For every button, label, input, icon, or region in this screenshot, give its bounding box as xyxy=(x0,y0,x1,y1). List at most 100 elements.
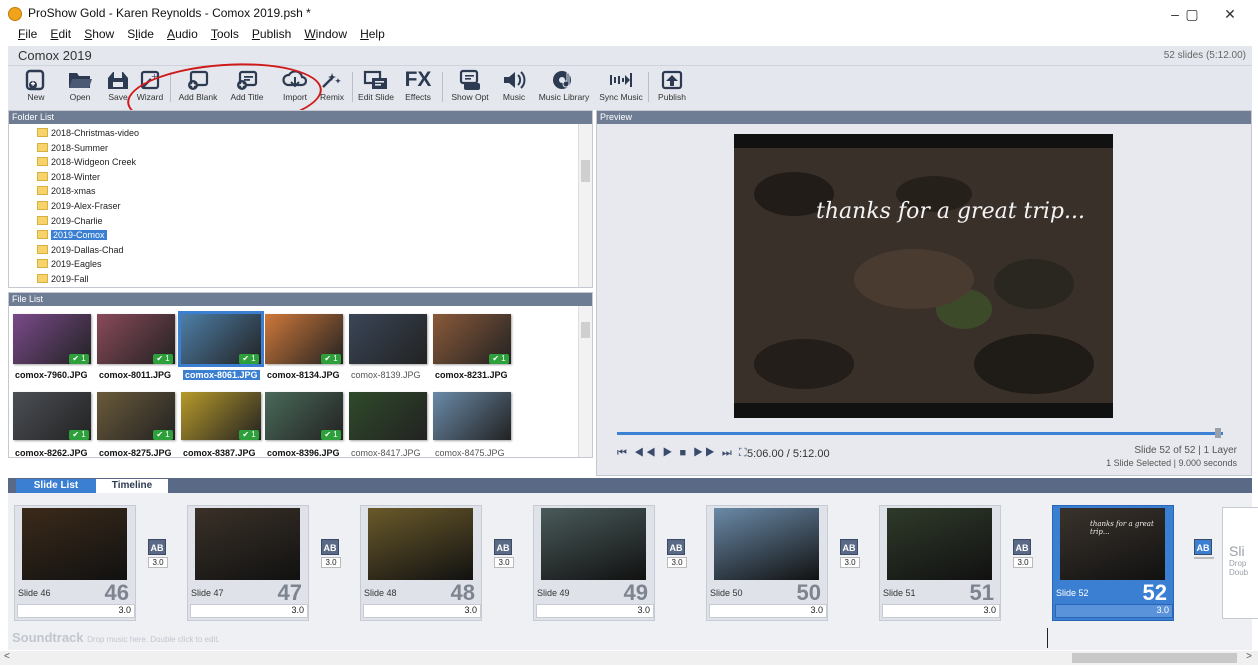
slide-duration[interactable]: 3.0 xyxy=(810,605,823,615)
folder-item[interactable]: 2019-Eagles xyxy=(9,257,592,272)
folder-item[interactable]: 2018-xmas xyxy=(9,184,592,199)
new-show-icon xyxy=(14,68,58,92)
show-opt-button[interactable]: Show Opt xyxy=(448,68,492,108)
sync-music-button[interactable]: Sync Music xyxy=(596,68,646,108)
toolbar-separator xyxy=(352,72,353,102)
open-button[interactable]: Open xyxy=(58,68,102,108)
file-scrollbar[interactable] xyxy=(578,306,592,457)
music-button[interactable]: Music xyxy=(496,68,532,108)
scrubber-handle[interactable] xyxy=(1215,428,1221,438)
menu-file[interactable]: File xyxy=(18,26,37,42)
slide-duration[interactable]: 3.0 xyxy=(291,605,304,615)
slide-duration[interactable]: 3.0 xyxy=(118,605,131,615)
slide-thumbnail-selected[interactable]: thanks for a great trip... 52 Slide 52 3.0 xyxy=(1052,505,1174,621)
transition-duration[interactable]: 3.0 xyxy=(1013,557,1033,568)
folder-item[interactable]: 2018-Christmas-video xyxy=(9,126,592,141)
menu-show[interactable]: Show xyxy=(84,26,114,42)
scroll-right-icon[interactable]: > xyxy=(1246,651,1252,662)
horizontal-scroll-thumb[interactable] xyxy=(1072,653,1237,663)
slide-duration[interactable]: 3.0 xyxy=(637,605,650,615)
transition-button[interactable]: AB 3.0 xyxy=(667,539,687,568)
menu-edit[interactable]: Edit xyxy=(50,26,71,42)
transition-duration[interactable]: 3.0 xyxy=(321,557,341,568)
slide-duration-bar[interactable] xyxy=(190,604,308,618)
soundtrack-track[interactable]: Soundtrack Drop music here. Double click… xyxy=(12,630,220,645)
toolbar-separator xyxy=(442,72,443,102)
slide-duration-bar[interactable] xyxy=(1055,604,1173,618)
slide-name: Slide 47 xyxy=(191,588,224,598)
transition-button[interactable]: AB 3.0 xyxy=(148,539,168,568)
tab-timeline[interactable]: Timeline xyxy=(96,479,168,493)
folder-icon xyxy=(37,259,48,269)
folder-item-selected[interactable]: 2019-Comox xyxy=(9,228,592,243)
folder-item[interactable]: 2019-Alex-Fraser xyxy=(9,199,592,214)
new-button[interactable]: New xyxy=(14,68,58,108)
transition-duration[interactable]: 3.0 xyxy=(148,557,168,568)
slide-duration-bar[interactable] xyxy=(882,604,1000,618)
menu-help[interactable]: Help xyxy=(360,26,385,42)
file-name: comox-8275.JPG xyxy=(99,448,172,458)
folder-scroll-thumb[interactable] xyxy=(581,160,590,182)
slide-duration[interactable]: 3.0 xyxy=(464,605,477,615)
transition-duration[interactable]: 3.0 xyxy=(667,557,687,568)
folder-item[interactable]: 2018-Winter xyxy=(9,170,592,185)
transition-button[interactable]: AB 3.0 xyxy=(840,539,860,568)
folder-item[interactable]: 2018-Summer xyxy=(9,141,592,156)
edit-slide-button[interactable]: Edit Slide xyxy=(356,68,396,108)
menu-publish[interactable]: Publish xyxy=(252,26,291,42)
timeline-scrubber[interactable] xyxy=(617,432,1223,435)
transition-duration[interactable]: 3.0 xyxy=(840,557,860,568)
tab-slide-list[interactable]: Slide List xyxy=(16,479,96,493)
publish-button[interactable]: Publish xyxy=(652,68,692,108)
slide-thumbnail[interactable]: 48 Slide 48 3.0 xyxy=(360,505,482,621)
folder-icon xyxy=(37,200,48,210)
file-thumbnail[interactable] xyxy=(349,314,427,364)
music-label: Music xyxy=(502,92,526,102)
empty-slide-placeholder[interactable]: Sli Drop Doub xyxy=(1222,507,1258,619)
transition-duration[interactable] xyxy=(1194,557,1214,559)
transition-button[interactable]: AB 3.0 xyxy=(1013,539,1033,568)
file-thumbnail[interactable] xyxy=(433,392,511,440)
close-button[interactable]: ✕ xyxy=(1210,4,1250,24)
show-options-icon xyxy=(448,68,492,92)
folder-open-icon xyxy=(58,68,102,92)
scroll-left-icon[interactable]: < xyxy=(4,651,10,662)
folder-scrollbar[interactable] xyxy=(578,124,592,287)
slide-duration[interactable]: 3.0 xyxy=(1156,605,1169,615)
slide-duration-bar[interactable] xyxy=(17,604,135,618)
slide-thumbnail[interactable]: 51 Slide 51 3.0 xyxy=(879,505,1001,621)
slide-duration-bar[interactable] xyxy=(709,604,827,618)
menu-window[interactable]: Window xyxy=(304,26,347,42)
maximize-button[interactable]: ▢ xyxy=(1172,4,1212,24)
transition-ab-icon: AB xyxy=(148,539,166,555)
folder-item[interactable]: 2019-Charlie xyxy=(9,214,592,229)
transition-button[interactable]: AB xyxy=(1194,539,1214,559)
slide-thumbnail[interactable]: 49 Slide 49 3.0 xyxy=(533,505,655,621)
used-check-icon: ✔ 1 xyxy=(321,354,341,364)
slide-duration-bar[interactable] xyxy=(536,604,654,618)
slide-thumbnail[interactable]: 47 Slide 47 3.0 xyxy=(187,505,309,621)
slide-duration[interactable]: 3.0 xyxy=(983,605,996,615)
transition-button[interactable]: AB 3.0 xyxy=(494,539,514,568)
horizontal-scrollbar[interactable]: < > xyxy=(0,651,1258,665)
slide-name: Slide 52 xyxy=(1056,588,1089,598)
music-library-button[interactable]: Music Library xyxy=(534,68,594,108)
transport-controls[interactable]: ⏮ ◀◀ ▶ ■ ▶▶ ⏭ ⛶ xyxy=(617,447,749,460)
menu-tools[interactable]: Tools xyxy=(211,26,239,42)
folder-item[interactable]: 2019-Dallas-Chad xyxy=(9,243,592,258)
menu-audio[interactable]: Audio xyxy=(167,26,198,42)
slide-duration-bar[interactable] xyxy=(363,604,481,618)
file-thumbnail[interactable] xyxy=(349,392,427,440)
transition-duration[interactable]: 3.0 xyxy=(494,557,514,568)
menu-slide[interactable]: Slide xyxy=(127,26,154,42)
effects-button[interactable]: FX Effects xyxy=(400,68,436,108)
transition-button[interactable]: AB 3.0 xyxy=(321,539,341,568)
slide-thumbnail[interactable]: 46 Slide 46 3.0 xyxy=(14,505,136,621)
slide-number: 49 xyxy=(623,580,648,605)
folder-item[interactable]: 2019-Fall xyxy=(9,272,592,287)
file-scroll-thumb[interactable] xyxy=(581,322,590,338)
slide-thumbnail[interactable]: 50 Slide 50 3.0 xyxy=(706,505,828,621)
folder-item[interactable]: 2018-Widgeon Creek xyxy=(9,155,592,170)
folder-icon xyxy=(37,244,48,254)
slide-image: thanks for a great trip... xyxy=(1060,508,1165,580)
